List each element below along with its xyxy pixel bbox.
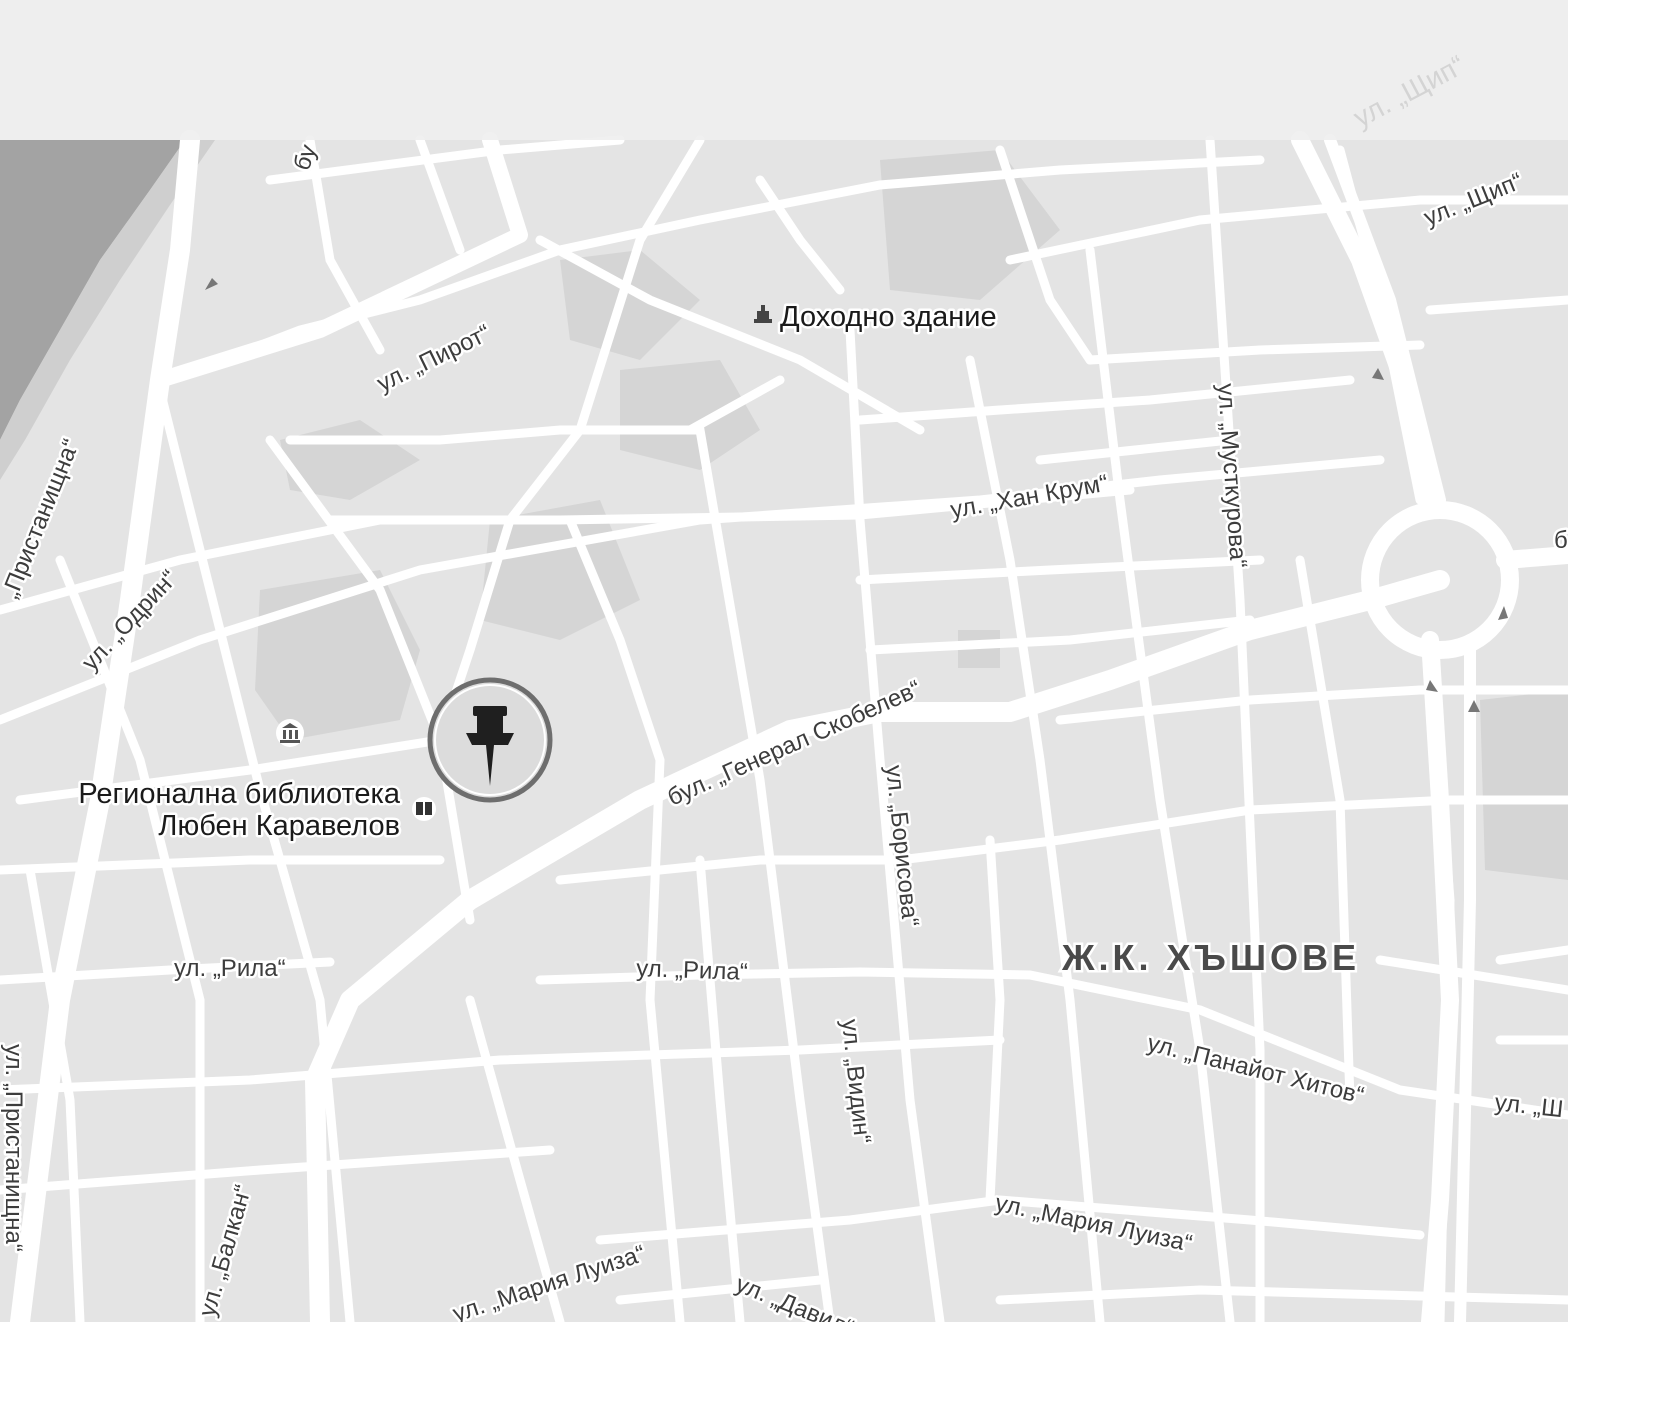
location-pin-marker[interactable] bbox=[427, 677, 553, 803]
street-label-b-right: б bbox=[1554, 527, 1568, 554]
street-label-rila-left: ул. „Рила“ bbox=[174, 955, 286, 982]
map-view[interactable]: ул. „Щип“ ул. „Пирот“ „Пристанищна“ ул. … bbox=[0, 0, 1568, 1322]
poi-label-library-line2: Любен Каравелов bbox=[158, 810, 400, 842]
street-label-rila-center: ул. „Рила“ bbox=[636, 955, 748, 986]
poi-label-library-line1: Регионална библиотека bbox=[78, 778, 401, 810]
poi-label-income-building: Доходно здание bbox=[780, 301, 997, 333]
book-icon bbox=[412, 797, 436, 821]
district-label: Ж.К. ХЪШОВЕ bbox=[1061, 937, 1360, 978]
street-label-pristanishtna-lower: ул. „Пристанищна“ bbox=[0, 1044, 27, 1252]
top-watermark: ул. „Щип“ bbox=[0, 0, 1568, 140]
poi-income-building[interactable]: Доходно здание bbox=[754, 299, 999, 336]
poi-museum[interactable] bbox=[276, 719, 304, 747]
map-canvas[interactable]: ул. „Щип“ ул. „Пирот“ „Пристанищна“ ул. … bbox=[0, 0, 1568, 1322]
